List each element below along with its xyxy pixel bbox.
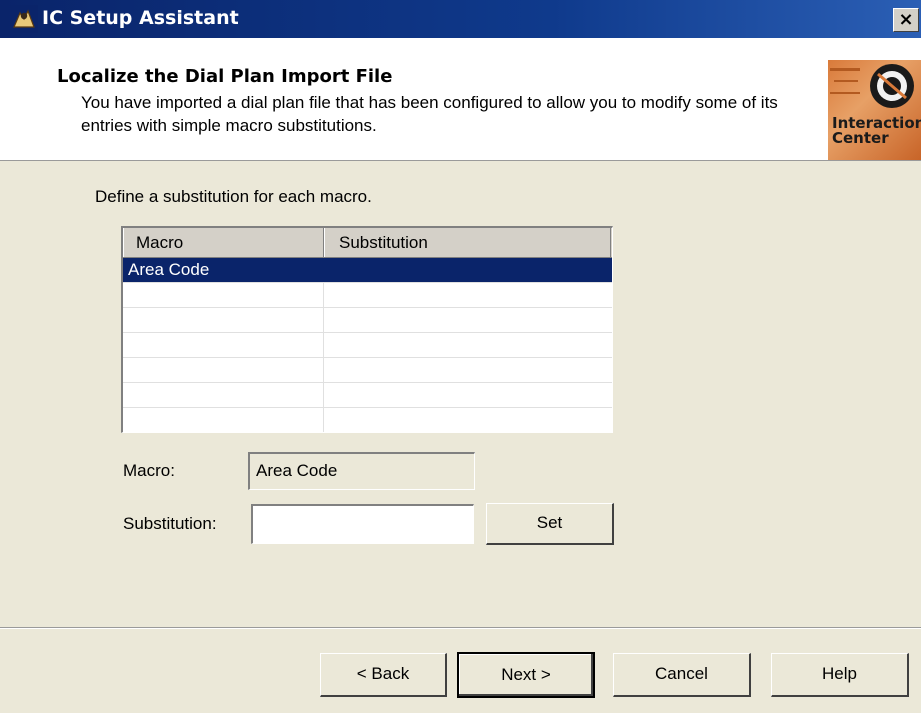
back-button[interactable]: < Back — [320, 653, 447, 697]
list-row[interactable] — [123, 333, 612, 358]
macro-cell — [123, 333, 324, 357]
next-button[interactable]: Next > — [457, 652, 595, 698]
window-title: IC Setup Assistant — [42, 7, 239, 29]
page-title: Localize the Dial Plan Import File — [57, 66, 393, 87]
logo-emblem-icon — [830, 64, 914, 108]
macro-field: Area Code — [248, 452, 475, 490]
substitution-cell — [324, 408, 611, 432]
list-row[interactable]: Area Code — [123, 258, 612, 283]
substitution-cell — [324, 283, 611, 307]
substitution-cell — [324, 383, 611, 407]
substitution-cell — [324, 333, 611, 357]
list-row[interactable] — [123, 358, 612, 383]
logo-text: Interaction Center — [832, 114, 921, 147]
substitution-label: Substitution: — [123, 514, 217, 533]
macro-cell — [123, 283, 324, 307]
list-row[interactable] — [123, 308, 612, 333]
close-button[interactable]: × — [893, 8, 919, 32]
column-header-substitution[interactable]: Substitution — [324, 228, 611, 257]
list-row[interactable] — [123, 383, 612, 408]
column-header-macro[interactable]: Macro — [123, 228, 324, 257]
page-description: You have imported a dial plan file that … — [81, 93, 778, 135]
macro-cell: Area Code — [123, 258, 324, 282]
help-button[interactable]: Help — [771, 653, 909, 697]
macro-cell — [123, 408, 324, 432]
macro-list[interactable]: Macro Substitution Area Code — [121, 226, 613, 433]
set-button[interactable]: Set — [486, 503, 614, 545]
substitution-input[interactable] — [251, 504, 474, 544]
list-row[interactable] — [123, 408, 612, 432]
macro-label: Macro: — [123, 461, 175, 480]
title-bar[interactable]: IC Setup Assistant × — [0, 0, 921, 38]
macro-cell — [123, 308, 324, 332]
list-header: Macro Substitution — [123, 228, 612, 258]
footer-divider — [0, 627, 921, 629]
setup-assistant-window: IC Setup Assistant × Localize the Dial P… — [0, 0, 921, 713]
interaction-center-logo: Interaction Center — [828, 60, 921, 160]
instruction-text: Define a substitution for each macro. — [95, 187, 372, 206]
macro-cell — [123, 358, 324, 382]
substitution-cell — [324, 308, 611, 332]
app-icon — [10, 5, 38, 33]
substitution-cell — [324, 258, 611, 282]
substitution-cell — [324, 358, 611, 382]
list-row[interactable] — [123, 283, 612, 308]
wizard-header: Localize the Dial Plan Import File You h… — [0, 38, 921, 161]
cancel-button[interactable]: Cancel — [613, 653, 751, 697]
macro-cell — [123, 383, 324, 407]
